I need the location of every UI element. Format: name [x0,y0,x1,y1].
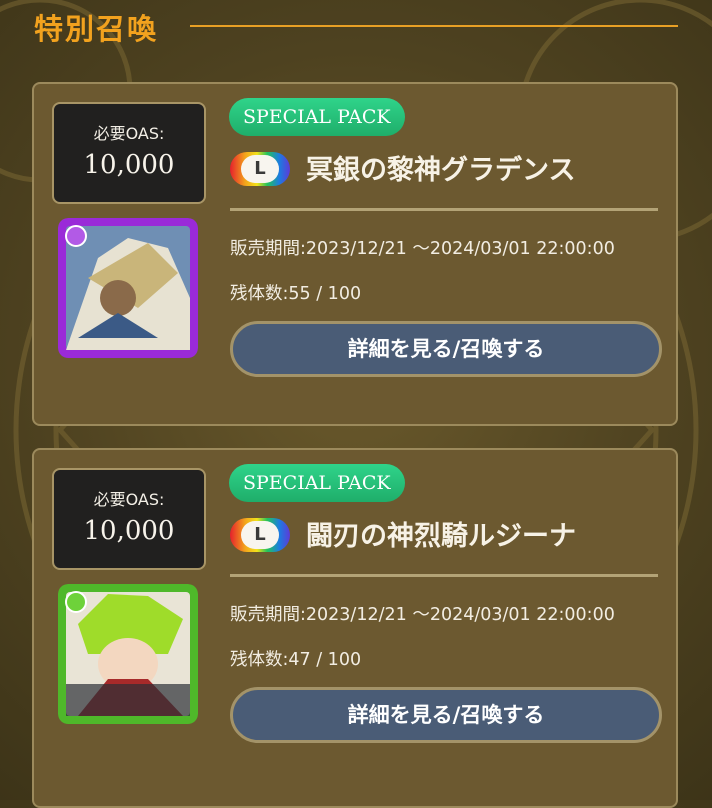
section-title: 特別召喚 [34,12,159,46]
cost-value: 10,000 [83,516,175,546]
rarity-badge: L [230,518,290,552]
character-portrait[interactable] [58,218,198,358]
remaining-count: 残体数:47 / 100 [230,650,362,670]
special-pack-badge: SPECIAL PACK [229,464,405,502]
special-pack-badge: SPECIAL PACK [229,98,405,136]
cost-box: 必要OAS: 10,000 [52,102,206,204]
view-details-summon-button[interactable]: 詳細を見る/召喚する [230,687,662,743]
cost-label: 必要OAS: [93,124,165,143]
character-name: 闘刃の神烈騎ルジーナ [306,521,576,552]
sale-period: 販売期間:2023/12/21 〜2024/03/01 22:00:00 [230,239,615,259]
character-name: 冥銀の黎神グラデンス [306,155,576,186]
pack-card: 必要OAS: 10,000 SPECIAL PACK L 闘刃の神烈騎ルジーナ … [32,448,678,808]
card-divider [230,208,658,211]
rarity-letter: L [241,155,279,183]
pack-card: 必要OAS: 10,000 SPECIAL PACK L 冥銀の黎神グラデンス … [32,82,678,426]
card-divider [230,574,658,577]
cost-label: 必要OAS: [93,490,165,509]
rarity-badge: L [230,152,290,186]
section-header: 特別召喚 [0,0,712,56]
sale-period: 販売期間:2023/12/21 〜2024/03/01 22:00:00 [230,605,615,625]
header-divider [190,25,678,27]
cost-value: 10,000 [83,150,175,180]
remaining-count: 残体数:55 / 100 [230,284,362,304]
rarity-letter: L [241,521,279,549]
cost-box: 必要OAS: 10,000 [52,468,206,570]
character-portrait[interactable] [58,584,198,724]
view-details-summon-button[interactable]: 詳細を見る/召喚する [230,321,662,377]
